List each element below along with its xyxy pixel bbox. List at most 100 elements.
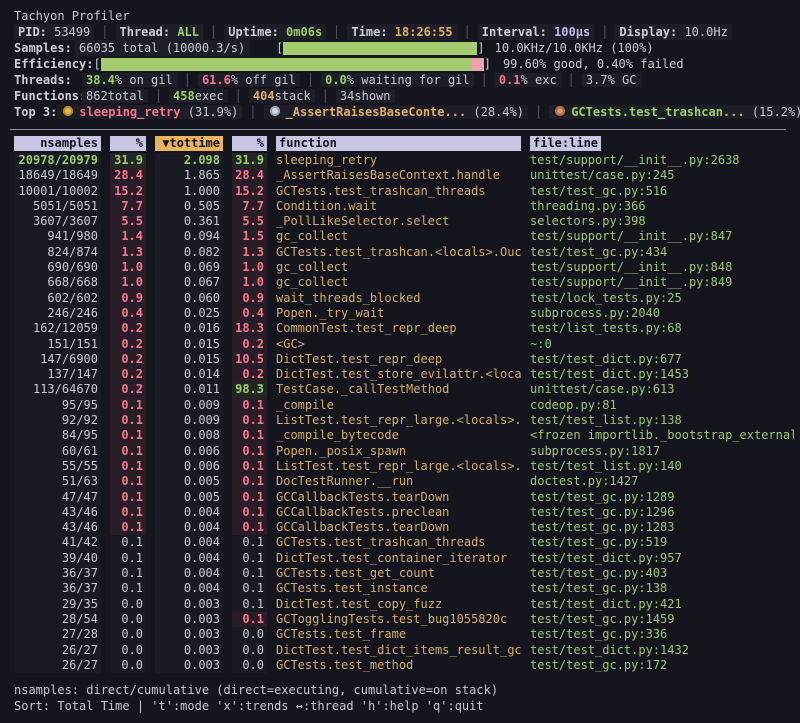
- function-stat-value: 862: [86, 89, 108, 103]
- function-stat-value: 404: [253, 89, 275, 103]
- cumulative-pct-cell: 0.0: [232, 643, 267, 658]
- nsamples-cell: 113/64670: [14, 382, 101, 397]
- table-row[interactable]: 28/540.00.0030.1GCTogglingTests.test_bug…: [14, 612, 794, 627]
- cumulative-pct-cell: 7.7: [232, 199, 267, 214]
- table-row[interactable]: 47/470.10.0050.1GCCallbackTests.tearDown…: [14, 490, 794, 505]
- function-cell: GCTests.test_get_count: [276, 566, 521, 581]
- table-row[interactable]: 29/350.00.0030.1DictTest.test_copy_fuzzt…: [14, 597, 794, 612]
- function-cell: sleeping_retry: [276, 153, 521, 168]
- table-row[interactable]: 27/280.00.0030.0GCTests.test_frametest/t…: [14, 627, 794, 642]
- table-row[interactable]: 18649/1864928.41.86528.4_AssertRaisesBas…: [14, 168, 794, 183]
- file-line-cell: test/test_list.py:140: [530, 459, 794, 474]
- function-stat: 862total: [82, 89, 148, 103]
- direct-pct-cell: 0.0: [110, 627, 146, 642]
- top3-label: Top 3:: [14, 104, 57, 120]
- function-cell: TestCase._callTestMethod: [276, 382, 521, 397]
- direct-pct-cell: 0.1: [110, 520, 146, 535]
- nsamples-cell: 36/37: [14, 566, 101, 581]
- table-row[interactable]: 246/2460.40.0250.4Popen._try_waitsubproc…: [14, 306, 794, 321]
- file-line-cell: test/test_dict.py:421: [530, 597, 794, 612]
- table-row[interactable]: 824/8741.30.0821.3GCTests.test_trashcan.…: [14, 245, 794, 260]
- table-row[interactable]: 602/6020.90.0600.9wait_threads_blockedte…: [14, 291, 794, 306]
- nsamples-cell: 137/147: [14, 367, 101, 382]
- table-row[interactable]: 36/370.10.0040.1GCTests.test_instancetes…: [14, 581, 794, 596]
- function-cell: GCTests.test_trashcan_threads: [276, 535, 521, 550]
- direct-pct-cell: 0.2: [110, 321, 146, 336]
- nsamples-cell: 39/40: [14, 551, 101, 566]
- stat-separator: │: [300, 73, 321, 87]
- table-row[interactable]: 92/920.10.0090.1ListTest.test_repr_large…: [14, 413, 794, 428]
- tottime-cell: 0.014: [155, 367, 223, 382]
- function-cell: gc_collect: [276, 275, 521, 290]
- cumulative-pct-cell: 0.2: [232, 337, 267, 352]
- column-header-file-line[interactable]: file:line: [530, 136, 601, 151]
- table-row[interactable]: 39/400.10.0040.1DictTest.test_container_…: [14, 551, 794, 566]
- nsamples-cell: 18649/18649: [14, 168, 101, 183]
- thread-stat-text: % off gil: [231, 73, 296, 87]
- tottime-cell: 2.098: [155, 153, 223, 168]
- direct-pct-cell: 5.5: [110, 214, 146, 229]
- file-line-cell: test/test_dict.py:1432: [530, 643, 794, 658]
- table-row[interactable]: 10001/1000215.21.00015.2GCTests.test_tra…: [14, 184, 794, 199]
- table-row[interactable]: 151/1510.20.0150.2<GC>~:0: [14, 337, 794, 352]
- profile-table: 20978/2097931.92.09831.9sleeping_retryte…: [14, 153, 794, 673]
- file-line-cell: unittest/case.py:245: [530, 168, 794, 183]
- table-row[interactable]: 5051/50517.70.5057.7Condition.waitthread…: [14, 199, 794, 214]
- table-row[interactable]: 84/950.10.0080.1_compile_bytecode<frozen…: [14, 428, 794, 443]
- table-row[interactable]: 51/630.10.0050.1DocTestRunner.__rundocte…: [14, 474, 794, 489]
- table-row[interactable]: 95/950.10.0090.1_compilecodeop.py:81: [14, 398, 794, 413]
- function-stat-text: total: [108, 89, 144, 103]
- column-header-nsamples[interactable]: nsamples: [14, 136, 101, 151]
- table-row[interactable]: 43/460.10.0040.1GCCallbackTests.preclean…: [14, 505, 794, 520]
- tottime-cell: 0.505: [155, 199, 223, 214]
- column-header-tottime-sorted[interactable]: ▼tottime: [155, 136, 223, 151]
- table-row[interactable]: 3607/36075.50.3615.5_PollLikeSelector.se…: [14, 214, 794, 229]
- cumulative-pct-cell: 1.0: [232, 260, 267, 275]
- thread-field[interactable]: Thread: ALL: [116, 24, 204, 40]
- column-header-cumulative-pct[interactable]: %: [232, 136, 267, 151]
- efficiency-failed-bar: [472, 58, 484, 71]
- table-row[interactable]: 26/270.00.0030.0GCTests.test_methodtest/…: [14, 658, 794, 673]
- column-header-direct-pct[interactable]: %: [110, 136, 146, 151]
- table-row[interactable]: 26/270.00.0030.0DictTest.test_dict_items…: [14, 643, 794, 658]
- cumulative-pct-cell: 0.1: [232, 566, 267, 581]
- table-row[interactable]: 137/1470.20.0140.2DictTest.test_store_ev…: [14, 367, 794, 382]
- function-cell: ListTest.test_repr_large.<locals>.check: [276, 459, 521, 474]
- table-row[interactable]: 36/370.10.0040.1GCTests.test_get_countte…: [14, 566, 794, 581]
- nsamples-cell: 162/12059: [14, 321, 101, 336]
- cumulative-pct-cell: 5.5: [232, 214, 267, 229]
- stat-separator: │: [177, 73, 198, 87]
- tottime-cell: 0.004: [155, 535, 223, 550]
- tottime-cell: 0.015: [155, 352, 223, 367]
- bronze-medal-icon: [555, 106, 565, 116]
- efficiency-label: Efficiency:: [14, 56, 93, 72]
- table-row[interactable]: 41/420.10.0040.1GCTests.test_trashcan_th…: [14, 535, 794, 550]
- tottime-cell: 0.003: [155, 643, 223, 658]
- table-row[interactable]: 162/120590.20.01618.3CommonTest.test_rep…: [14, 321, 794, 336]
- file-line-cell: doctest.py:1427: [530, 474, 794, 489]
- table-row[interactable]: 113/646700.20.01198.3TestCase._callTestM…: [14, 382, 794, 397]
- table-row[interactable]: 55/550.10.0060.1ListTest.test_repr_large…: [14, 459, 794, 474]
- table-row[interactable]: 690/6901.00.0691.0gc_collecttest/support…: [14, 260, 794, 275]
- cumulative-pct-cell: 31.9: [232, 153, 267, 168]
- direct-pct-cell: 0.0: [110, 643, 146, 658]
- table-row[interactable]: 60/610.10.0060.1Popen._posix_spawnsubpro…: [14, 444, 794, 459]
- table-row[interactable]: 668/6681.00.0671.0gc_collecttest/support…: [14, 275, 794, 290]
- cumulative-pct-cell: 0.9: [232, 291, 267, 306]
- file-line-cell: ~:0: [530, 337, 794, 352]
- column-header-function[interactable]: function: [276, 136, 521, 151]
- function-cell: GCCallbackTests.tearDown: [276, 520, 521, 535]
- tottime-cell: 0.067: [155, 275, 223, 290]
- table-row[interactable]: 941/9801.40.0941.5gc_collecttest/support…: [14, 229, 794, 244]
- function-cell: _PollLikeSelector.select: [276, 214, 521, 229]
- function-cell: ListTest.test_repr_large.<locals>.check: [276, 413, 521, 428]
- nsamples-cell: 84/95: [14, 428, 101, 443]
- nsamples-cell: 41/42: [14, 535, 101, 550]
- table-row[interactable]: 20978/2097931.92.09831.9sleeping_retryte…: [14, 153, 794, 168]
- cumulative-pct-cell: 0.4: [232, 306, 267, 321]
- thread-stat-value: 38.4: [86, 73, 115, 87]
- table-row[interactable]: 147/69000.20.01510.5DictTest.test_repr_d…: [14, 352, 794, 367]
- tottime-cell: 0.004: [155, 520, 223, 535]
- table-row[interactable]: 43/460.10.0040.1GCCallbackTests.tearDown…: [14, 520, 794, 535]
- thread-stat: 3.7% GC: [582, 73, 641, 87]
